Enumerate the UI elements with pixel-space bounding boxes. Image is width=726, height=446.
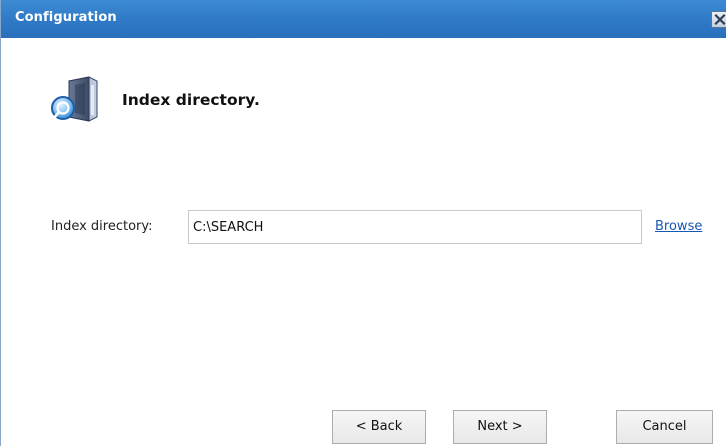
page-title: Index directory. — [122, 91, 260, 109]
window-title: Configuration — [15, 10, 117, 25]
index-directory-label: Index directory: — [51, 219, 153, 234]
back-button[interactable]: < Back — [332, 410, 426, 444]
close-button[interactable] — [711, 11, 726, 28]
next-button[interactable]: Next > — [453, 410, 547, 444]
configuration-dialog: Configuration Index directory. Index dir… — [0, 0, 726, 446]
index-directory-icon — [49, 75, 101, 125]
close-icon — [714, 13, 726, 26]
cancel-button[interactable]: Cancel — [616, 410, 713, 444]
browse-link[interactable]: Browse — [655, 219, 702, 234]
index-directory-input[interactable] — [188, 210, 642, 244]
title-bar: Configuration — [1, 0, 726, 38]
